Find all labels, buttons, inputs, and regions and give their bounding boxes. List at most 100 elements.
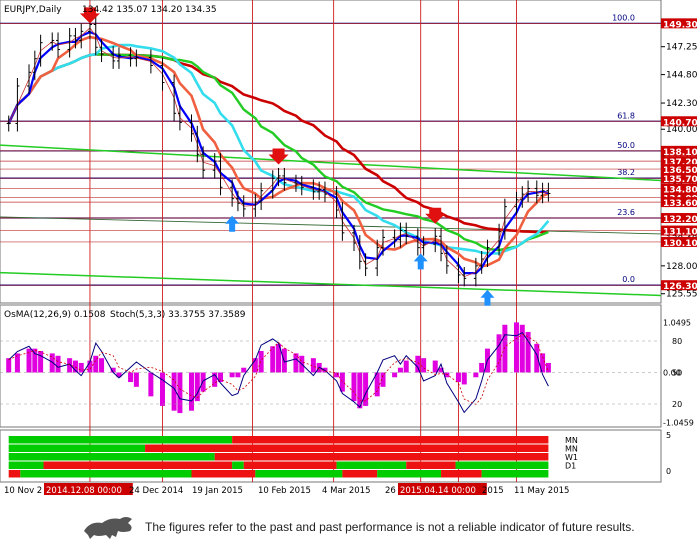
osma-bar xyxy=(392,372,398,378)
level-box-label: 133.60 xyxy=(663,199,698,209)
trend-segment xyxy=(8,470,21,478)
date-tick-label: 2015 xyxy=(482,486,504,496)
price-tick-label: 128.00 xyxy=(666,262,698,272)
trend-segment xyxy=(243,461,337,469)
osma-bar xyxy=(351,372,357,402)
osma-tick-label: -1.0459 xyxy=(663,418,694,427)
fib-label: 38.2 xyxy=(617,168,635,177)
trend-segment xyxy=(145,444,549,452)
mid-trendline xyxy=(0,216,662,235)
level-box-label: 131.10 xyxy=(663,228,698,238)
osma-bar xyxy=(241,367,247,373)
trend-segment xyxy=(481,470,549,478)
date-tick-label: 24 Dec 2014 xyxy=(129,486,183,496)
date-tick-label: 11 May 2015 xyxy=(514,486,569,496)
osma-bar xyxy=(159,372,165,406)
date-tick-label: 2014.12.08 00:00 xyxy=(46,486,122,496)
osma-bar xyxy=(534,343,540,373)
date-tick-label: 19 Jan 2015 xyxy=(192,486,243,496)
osma-bar xyxy=(133,372,139,387)
level-lines xyxy=(0,0,661,482)
chart-canvas: 100.0 61.8 50.0 38.2 23.6 0.0 147.25 144.80 142… xyxy=(0,0,698,496)
date-tick-label: 26 xyxy=(385,486,396,496)
trend-segment xyxy=(455,461,549,469)
level-box-label: 132.20 xyxy=(663,215,698,225)
osma-bar xyxy=(55,355,61,373)
osma-bar xyxy=(415,355,421,373)
level-labels: 149.30140.70138.10137.20136.50135.70134.… xyxy=(661,18,698,292)
trend-rows: MNMNW1D150 xyxy=(8,431,671,478)
fib-label: 23.6 xyxy=(617,208,635,217)
osma-label: OsMA(12,26,9) 0.1508 xyxy=(4,310,106,320)
price-tick-label: 142.30 xyxy=(666,99,698,109)
level-box-label: 149.30 xyxy=(663,20,698,30)
osma-bar xyxy=(432,360,438,373)
chart-title: EURJPY,Daily xyxy=(4,5,62,15)
date-tick-label: 10 Feb 2015 xyxy=(258,486,311,496)
osma-bar xyxy=(189,372,195,411)
price-tick-label: 147.25 xyxy=(666,43,698,53)
trend-row-label: D1 xyxy=(565,462,576,471)
trend-segment xyxy=(406,461,456,469)
osma-bar xyxy=(148,372,154,397)
osma-bar xyxy=(455,372,461,383)
price-tick-label: 144.80 xyxy=(666,71,698,81)
level-box-label: 126.30 xyxy=(663,282,698,292)
osma-bar xyxy=(502,324,508,373)
osma-bar xyxy=(78,362,84,373)
date-tick-label: 2015.04.14 00:00 xyxy=(400,486,476,496)
osma-bar xyxy=(479,362,485,373)
trend-tick-label: 5 xyxy=(666,431,671,440)
fib-label: 100.0 xyxy=(612,13,635,22)
osma-bar xyxy=(177,372,183,414)
osma-bar xyxy=(6,358,12,373)
disclaimer-text: The figures refer to the past and past p… xyxy=(145,520,635,534)
osma-bar xyxy=(513,322,519,373)
level-box-label: 130.10 xyxy=(663,239,698,249)
bull-logo-icon xyxy=(84,517,132,539)
stoch-tick-label: 20 xyxy=(672,400,682,409)
trend-segment xyxy=(342,470,378,478)
osma-bar xyxy=(397,367,403,373)
oscillator: 8050201.04950.00-1.0459 xyxy=(0,318,694,427)
trend-segment xyxy=(8,453,215,461)
osma-bar xyxy=(334,372,340,378)
trend-segment xyxy=(214,453,549,461)
osma-bar xyxy=(461,372,467,385)
osma-tick-label: 1.0495 xyxy=(663,318,691,327)
level-box-label: 140.70 xyxy=(663,118,698,128)
date-tick-label: 10 Nov 2 xyxy=(4,486,42,496)
trend-lines xyxy=(0,144,662,297)
trend-segment xyxy=(232,461,244,469)
date-tick-label: 4 Mar 2015 xyxy=(322,486,370,496)
stoch-label: Stoch(5,3,3) 33.3755 37.3589 xyxy=(110,310,246,320)
osma-tick-label: 0.00 xyxy=(663,369,681,378)
fib-label: 0.0 xyxy=(622,275,635,284)
trend-segment xyxy=(255,470,343,478)
trend-segment xyxy=(377,470,442,478)
trend-segment xyxy=(441,470,482,478)
osma-bar xyxy=(545,362,551,373)
date-axis: 10 Nov 2 2014.12.08 00:00 24 Dec 2014 19 Ja… xyxy=(4,483,569,496)
osma-bar xyxy=(14,353,20,373)
osma-bar xyxy=(38,351,44,373)
trend-segment xyxy=(8,461,44,469)
trend-segment xyxy=(232,436,549,444)
fib-label: 61.8 xyxy=(617,111,635,120)
stoch-tick-label: 80 xyxy=(672,337,682,346)
up-arrow-icon xyxy=(413,253,428,270)
trend-segment xyxy=(336,461,407,469)
osma-bar xyxy=(403,360,409,373)
osma-bar xyxy=(229,372,235,378)
trend-tick-label: 0 xyxy=(666,467,671,476)
support-trendline xyxy=(0,271,662,297)
osma-bar xyxy=(258,351,264,373)
signal-arrows xyxy=(79,7,495,306)
trend-segment xyxy=(191,470,256,478)
osma-bar xyxy=(496,334,502,373)
trend-segment xyxy=(20,470,192,478)
osma-bar xyxy=(235,372,241,378)
fib-label: 50.0 xyxy=(617,141,635,150)
osma-bar xyxy=(99,358,105,373)
ohlc-values: 134.42 135.07 134.20 134.35 xyxy=(82,5,217,15)
